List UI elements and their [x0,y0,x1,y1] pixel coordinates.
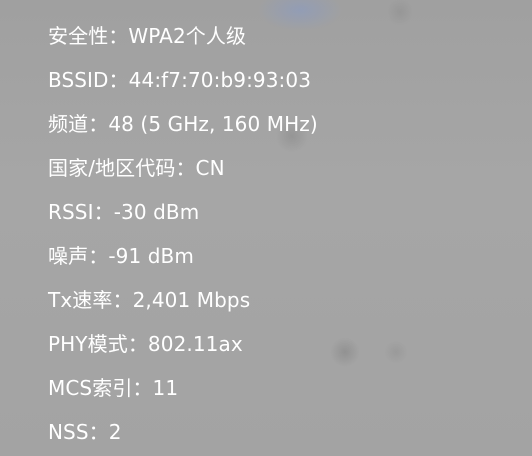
country-code-row: 国家/地区代码：CN [48,146,318,190]
mcs-index-row: MCS索引：11 [48,366,318,410]
phy-mode-row: PHY模式：802.11ax [48,322,318,366]
phy-mode-value: 802.11ax [147,332,243,356]
channel-row: 频道：48 (5 GHz, 160 MHz) [48,102,318,146]
channel-label: 频道： [48,112,109,136]
tx-rate-row: Tx速率：2,401 Mbps [48,278,318,322]
security-value: WPA2个人级 [128,24,247,48]
tx-rate-value: 2,401 Mbps [132,288,251,312]
bssid-value: 44:f7:70:b9:93:03 [128,68,312,92]
mcs-index-value: 11 [152,376,179,400]
rssi-row: RSSI：-30 dBm [48,190,318,234]
noise-label: 噪声： [48,244,109,268]
wifi-details-list: 安全性：WPA2个人级 BSSID：44:f7:70:b9:93:03 频道：4… [48,14,318,454]
noise-row: 噪声：-91 dBm [48,234,318,278]
security-label: 安全性： [48,24,129,48]
country-code-value: CN [195,156,225,180]
mcs-index-label: MCS索引： [48,376,153,400]
nss-label: NSS： [48,420,109,444]
bssid-label: BSSID： [48,68,129,92]
phy-mode-label: PHY模式： [48,332,148,356]
noise-value: -91 dBm [108,244,194,268]
tx-rate-label: Tx速率： [48,288,133,312]
rssi-label: RSSI： [48,200,114,224]
nss-row: NSS：2 [48,410,318,454]
rssi-value: -30 dBm [113,200,200,224]
country-code-label: 国家/地区代码： [48,156,196,180]
bssid-row: BSSID：44:f7:70:b9:93:03 [48,58,318,102]
nss-value: 2 [108,420,122,444]
security-row: 安全性：WPA2个人级 [48,14,318,58]
channel-value: 48 (5 GHz, 160 MHz) [108,112,318,136]
